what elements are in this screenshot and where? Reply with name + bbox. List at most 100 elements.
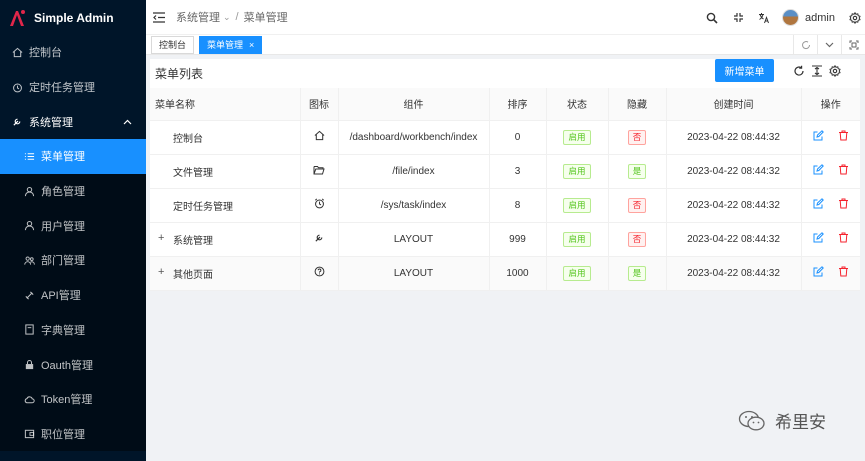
hidden-badge: 是	[627, 265, 647, 281]
sidebar-item-label: 定时任务管理	[29, 82, 95, 95]
chevron-up-icon	[123, 116, 132, 128]
add-menu-button[interactable]: 新增菜单	[715, 59, 774, 82]
sidebar-item-menu-management[interactable]: 菜单管理	[0, 139, 146, 174]
hidden-badge: 否	[627, 231, 647, 247]
hidden-cell: 否	[608, 188, 667, 223]
column-header: 图标	[300, 88, 339, 121]
column-header: 创建时间	[666, 88, 802, 121]
sidebar-item-roles[interactable]: 角色管理	[0, 173, 146, 209]
actions-cell	[801, 188, 860, 223]
tab-menu-management[interactable]: 菜单管理 ×	[199, 35, 263, 54]
sidebar-item-dictionary[interactable]: 字典管理	[0, 312, 146, 348]
folder-icon	[313, 165, 325, 178]
home-icon	[314, 130, 325, 144]
delete-icon[interactable]	[837, 232, 849, 244]
sidebar-item-scheduled-tasks[interactable]: 定时任务管理	[0, 70, 146, 105]
user-icon	[23, 185, 35, 197]
wechat-icon	[738, 410, 765, 430]
sidebar-item-token[interactable]: Token管理	[0, 381, 146, 417]
logo[interactable]: Simple Admin	[0, 0, 146, 35]
sidebar-item-label: 用户管理	[41, 220, 85, 233]
sort-value: 0	[489, 120, 547, 155]
chevron-down-icon[interactable]	[817, 35, 841, 55]
breadcrumb-item-system[interactable]: 系统管理	[176, 9, 220, 25]
menu-fold-icon[interactable]	[153, 11, 165, 23]
wrench-icon	[11, 116, 23, 128]
api-icon	[23, 289, 35, 301]
watermark-text: 希里安	[775, 413, 826, 432]
delete-icon[interactable]	[837, 266, 849, 278]
column-header: 排序	[489, 88, 547, 121]
hidden-badge: 否	[627, 197, 647, 213]
component-path: /file/index	[338, 154, 490, 189]
sidebar-item-oauth[interactable]: Oauth管理	[0, 347, 146, 382]
status-badge: 启用	[563, 163, 591, 179]
user-icon	[23, 220, 35, 232]
close-icon[interactable]: ×	[249, 40, 254, 50]
actions-cell	[801, 256, 860, 291]
sidebar-menu: 控制台 定时任务管理 系统管理 菜单管理 角色管理 用户管理 部门管理 API管…	[0, 35, 146, 452]
edit-icon[interactable]	[812, 266, 824, 278]
sidebar-item-dashboard[interactable]: 控制台	[0, 35, 146, 70]
sidebar-item-label: 部门管理	[41, 255, 85, 268]
lock-icon	[23, 359, 35, 371]
expand-icon[interactable]: +	[158, 266, 164, 278]
table-tools	[791, 64, 845, 78]
edit-icon[interactable]	[812, 164, 824, 176]
table-header-row: 菜单名称 图标 组件 排序 状态 隐藏 创建时间 操作	[150, 88, 860, 121]
expand-icon[interactable]	[841, 35, 865, 55]
row-icon-cell	[300, 154, 339, 189]
sidebar-item-users[interactable]: 用户管理	[0, 208, 146, 244]
menu-name: 其他页面	[173, 269, 213, 281]
component-path: /sys/task/index	[338, 188, 490, 223]
expand-icon[interactable]: +	[158, 232, 164, 244]
component-path: LAYOUT	[338, 222, 490, 257]
avatar[interactable]	[782, 9, 800, 26]
tab-dashboard[interactable]: 控制台	[151, 35, 195, 54]
username[interactable]: admin	[805, 12, 835, 24]
sidebar-item-positions[interactable]: 职位管理	[0, 416, 146, 452]
sidebar-item-api[interactable]: API管理	[0, 277, 146, 313]
status-badge: 启用	[563, 265, 591, 281]
translate-icon[interactable]	[751, 0, 777, 35]
column-header: 组件	[338, 88, 490, 121]
delete-icon[interactable]	[837, 164, 849, 176]
table-row[interactable]: 控制台 /dashboard/workbench/index 0 启用 否 20…	[150, 120, 860, 155]
menu-name: 定时任务管理	[150, 188, 301, 223]
table-row[interactable]: + 其他页面 LAYOUT 1000 启用 是 2023-04-22 08:44…	[150, 256, 860, 291]
page-title: 菜单列表	[155, 66, 204, 81]
table-row[interactable]: 定时任务管理 /sys/task/index 8 启用 否 2023-04-22…	[150, 188, 860, 223]
breadcrumb-item-menu: 菜单管理	[243, 12, 288, 24]
status-badge: 启用	[563, 231, 591, 247]
status-cell: 启用	[546, 256, 609, 291]
sidebar-item-system[interactable]: 系统管理	[0, 104, 146, 139]
tabs-actions	[793, 35, 865, 55]
edit-icon[interactable]	[812, 232, 824, 244]
hidden-badge: 否	[627, 129, 647, 145]
sidebar-item-departments[interactable]: 部门管理	[0, 243, 146, 278]
menu-name: 控制台	[150, 120, 301, 155]
book-icon	[23, 324, 35, 336]
status-badge: 启用	[563, 129, 591, 145]
column-header: 状态	[546, 88, 609, 121]
sidebar-item-label: 角色管理	[41, 186, 85, 199]
edit-icon[interactable]	[812, 198, 824, 210]
delete-icon[interactable]	[837, 198, 849, 210]
settings-icon[interactable]	[845, 0, 865, 35]
wrench-icon	[314, 234, 325, 246]
search-icon[interactable]	[699, 0, 725, 35]
edit-icon[interactable]	[812, 130, 824, 142]
menu-name: 系统管理	[173, 235, 213, 247]
sidebar-item-label: 职位管理	[41, 428, 85, 441]
created-time: 2023-04-22 08:44:32	[666, 154, 802, 189]
table-row[interactable]: + 系统管理 LAYOUT 999 启用 否 2023-04-22 08:44:…	[150, 222, 860, 257]
settings-icon[interactable]	[827, 64, 842, 78]
column-height-icon[interactable]	[809, 64, 824, 78]
refresh-icon[interactable]	[791, 64, 806, 78]
clock-icon	[11, 81, 23, 93]
fullscreen-icon[interactable]	[725, 0, 751, 35]
delete-icon[interactable]	[837, 130, 849, 142]
table-row[interactable]: 文件管理 /file/index 3 启用 是 2023-04-22 08:44…	[150, 154, 860, 189]
status-cell: 启用	[546, 154, 609, 189]
refresh-icon[interactable]	[793, 35, 817, 55]
